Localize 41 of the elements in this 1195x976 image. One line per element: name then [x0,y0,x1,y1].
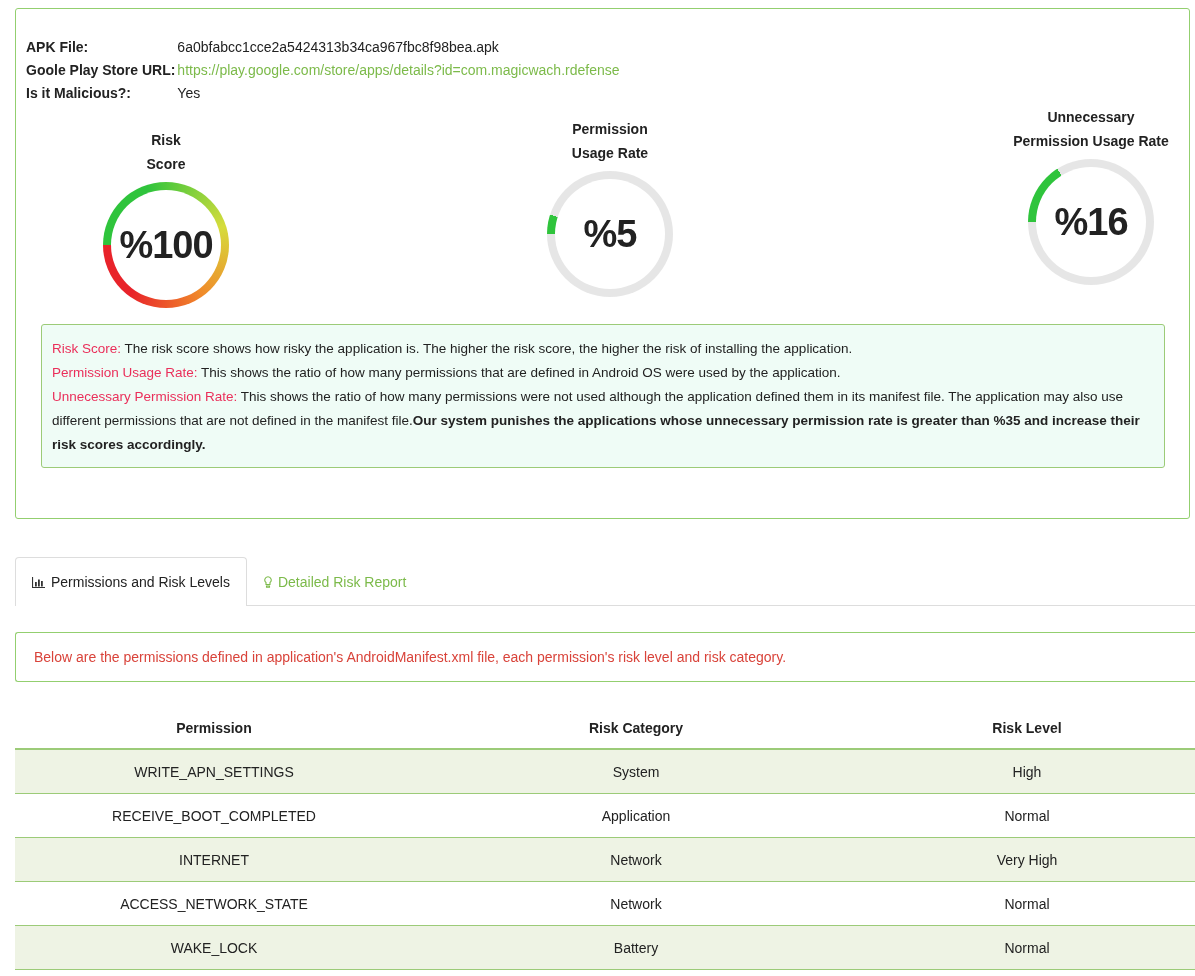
lightbulb-icon [263,575,272,588]
column-header: Risk Category [587,720,685,736]
detail-value: Yes [177,84,202,103]
bar-chart-icon [32,576,45,588]
table-cell-text: System [611,763,661,780]
detail-label: Is it Malicious?: [26,84,132,103]
table-cell-text: WAKE_LOCK [169,939,259,956]
gauge-title: Score [146,155,186,174]
table-cell-text: Normal [1003,807,1051,824]
column-header: Permission [175,720,253,736]
table-cell-text: RECEIVE_BOOT_COMPLETED [111,807,317,824]
table-cell-text: Battery [612,939,660,956]
table-cell-text: Normal [1003,939,1051,956]
tab[interactable]: Detailed Risk Report [246,557,424,605]
explanation-paragraph: Permission Usage Rate: This shows the ratio of how many permissions that are defined in Android OS were used by the application. [52,364,842,382]
detail-value: 6a0bfabcc1cce2a5424313b34ca967fbc8f98bea.apk [177,38,500,57]
table-cell-text: Very High [995,851,1059,868]
table-cell-text: Network [609,895,663,912]
gauge-title: Usage Rate [571,144,649,163]
table-cell-text: ACCESS_NETWORK_STATE [119,895,309,912]
gauge-reading: %100 [119,223,213,267]
table-cell-text: Application [600,807,672,824]
table-cell-text: Network [609,851,663,868]
table-cell-text: INTERNET [178,851,250,868]
gauge-title: Permission Usage Rate [1013,132,1169,151]
gauge-reading: %16 [1054,200,1128,244]
explanation-paragraph: Risk Score: The risk score shows how risky the application is. The higher the risk score, the higher the risk of installing the application. [52,340,854,358]
detail-label: Goole Play Store URL: [26,61,176,80]
column-header: Risk Level [991,720,1063,736]
table-cell-text: Normal [1003,895,1051,912]
table-cell-text: WRITE_APN_SETTINGS [133,763,295,780]
store-link[interactable]: https://play.google.com/store/apps/details?id=com.magicwach.rdefense [177,60,1165,80]
gauge-title: Risk [151,131,181,150]
alert-message: Below are the permissions defined in application's AndroidManifest.xml file, each permission's risk level and risk category. [15,632,1195,682]
table-cell-text: High [1011,763,1043,780]
tab[interactable]: Permissions and Risk Levels [15,557,247,606]
explanation-paragraph: Unnecessary Permission Rate: This shows the ratio of how many permissions were not used although the application defined them in its manifest file. The application may also use different permissions that are not defined in the manifest file.Our system punishes the applications whose unnecessary permission rate is greater than %35 and increase their risk scores accordingly. [52,388,1141,454]
gauge-reading: %5 [583,212,637,256]
gauge-title: Permission [572,120,648,139]
detail-label: APK File: [26,38,90,57]
gauge-title: Unnecessary [1047,108,1135,127]
